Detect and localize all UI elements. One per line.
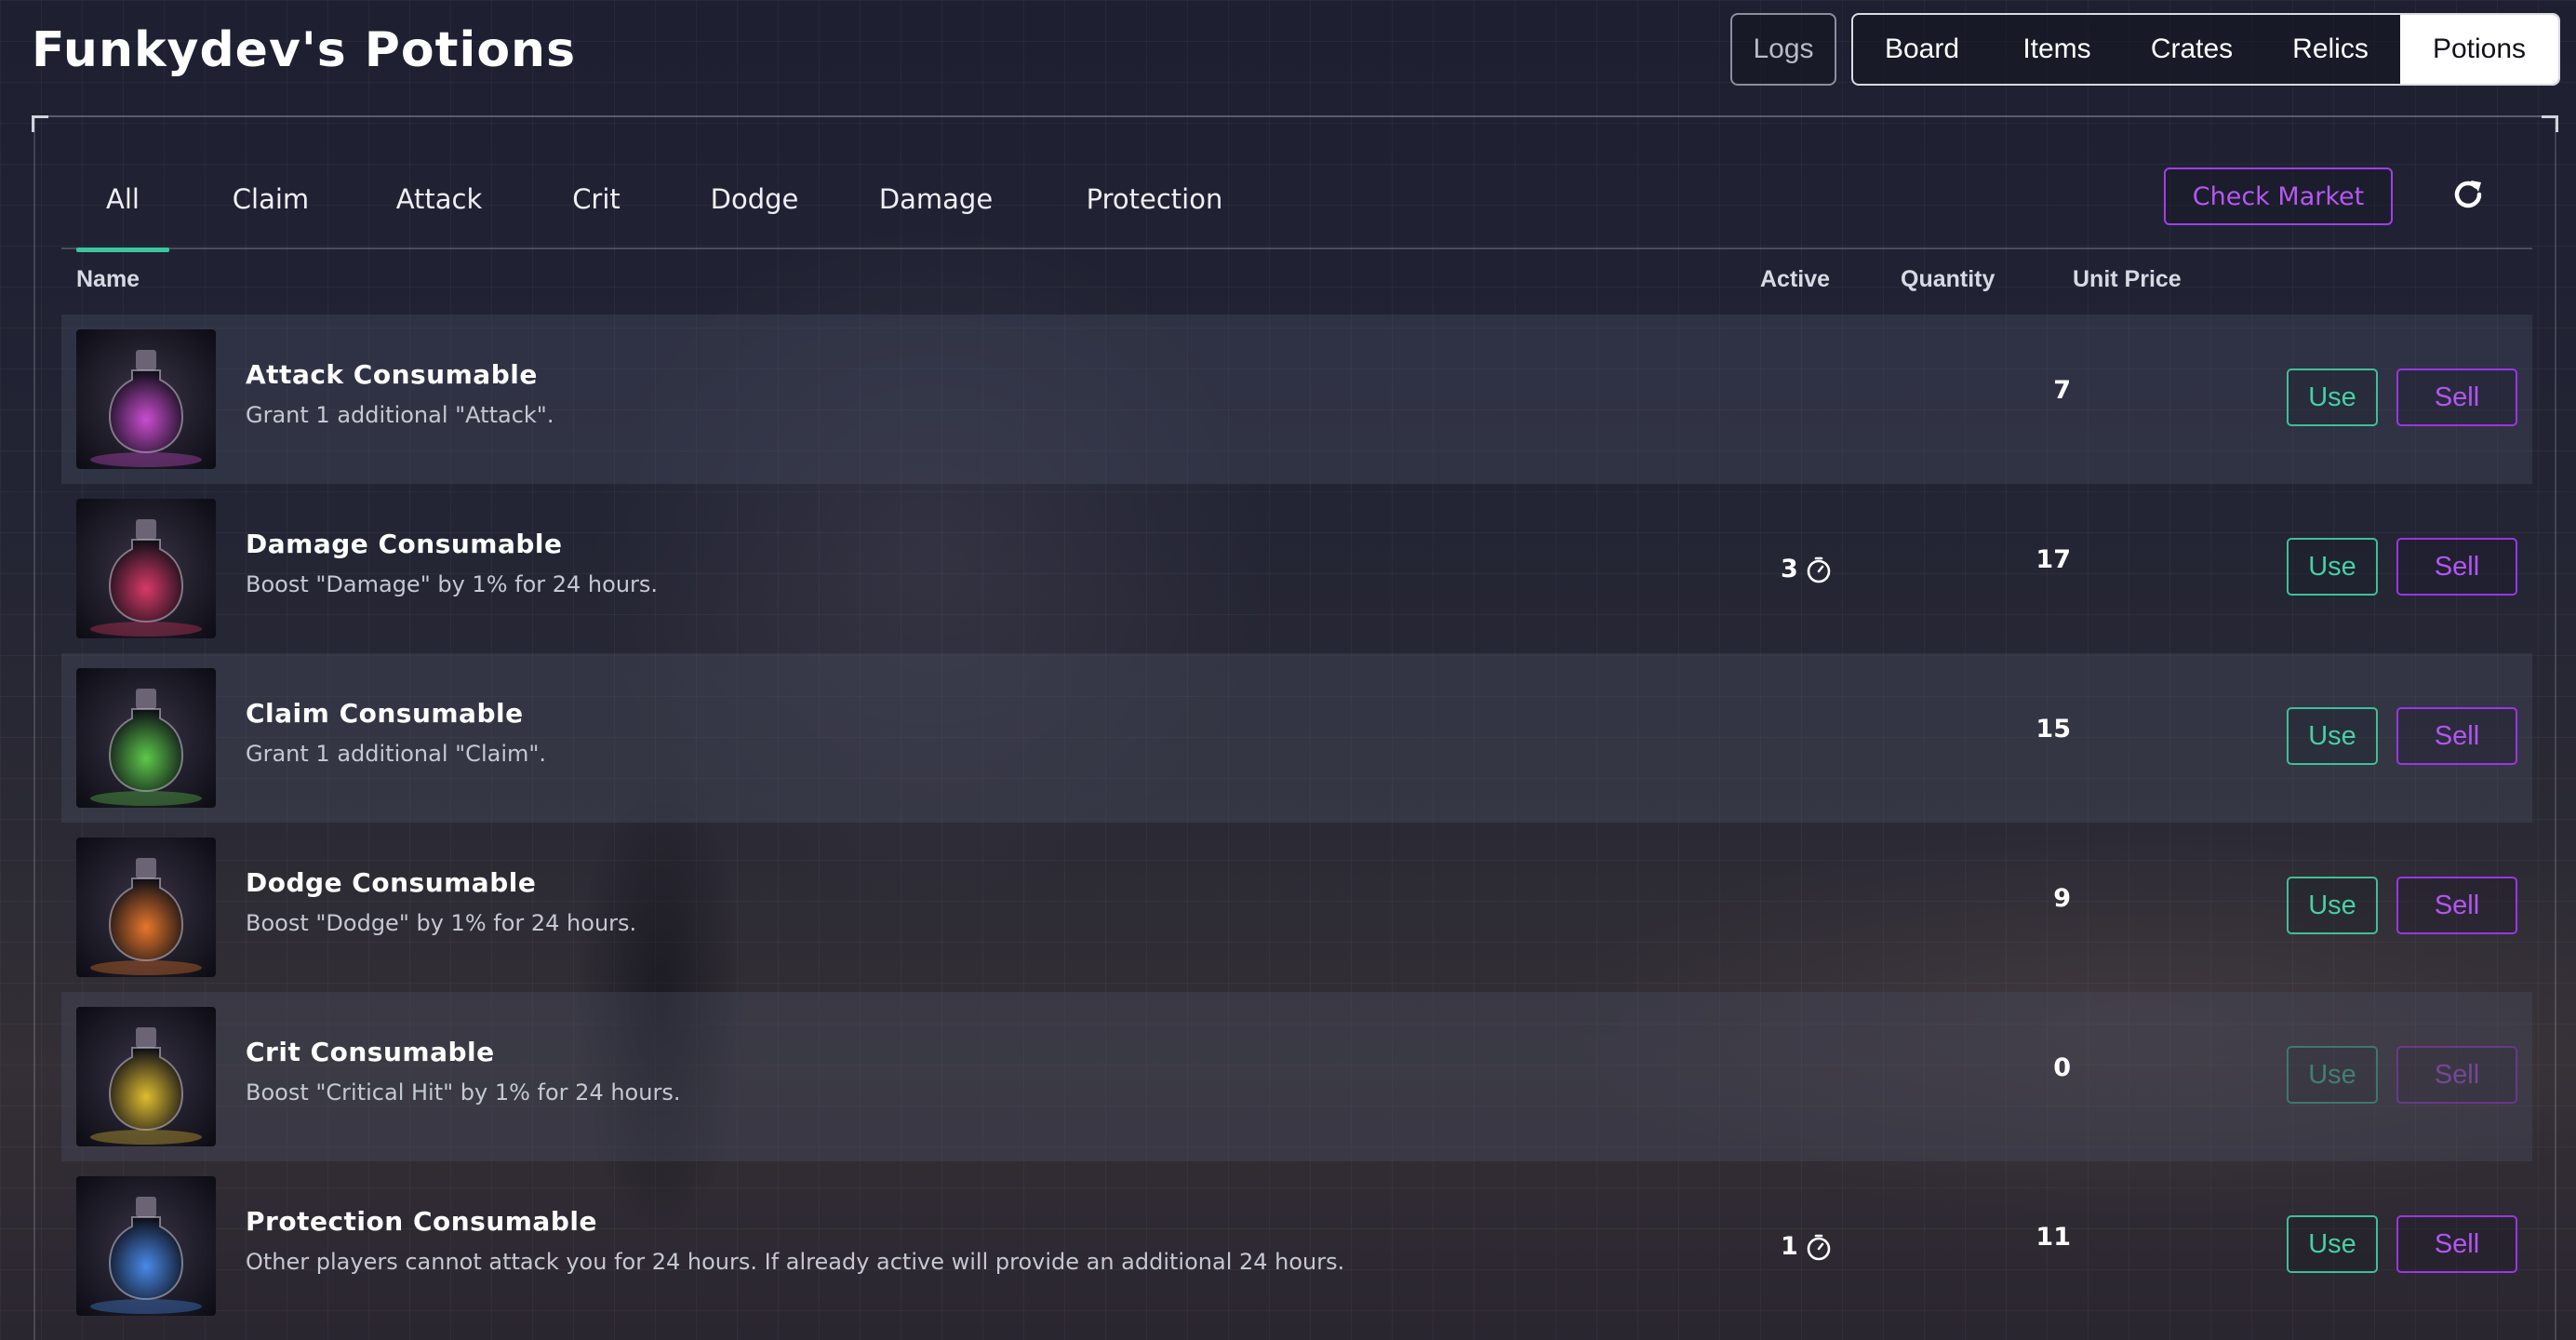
- quantity-value: 0: [2053, 1053, 2071, 1082]
- potion-description: Other players cannot attack you for 24 h…: [246, 1249, 1345, 1275]
- main-nav: Board Items Crates Relics Potions: [1851, 13, 2560, 86]
- sell-button[interactable]: Sell: [2396, 877, 2517, 934]
- filter-tabs: All Claim Attack Crit Dodge Damage Prote…: [61, 149, 2532, 252]
- quantity-value: 7: [2053, 376, 2071, 405]
- sell-button[interactable]: Sell: [2396, 707, 2517, 765]
- potion-name: Damage Consumable: [246, 529, 563, 559]
- quantity-value: 15: [2035, 715, 2071, 744]
- active-count: 1: [1781, 1232, 1902, 1261]
- tab-crit[interactable]: Crit: [554, 149, 638, 249]
- potion-image: [76, 668, 216, 808]
- potion-name: Crit Consumable: [246, 1037, 495, 1067]
- use-button[interactable]: Use: [2287, 1215, 2378, 1273]
- sell-button[interactable]: Sell: [2396, 538, 2517, 596]
- use-button[interactable]: Use: [2287, 707, 2378, 765]
- page-title: Funkydev's Potions: [32, 22, 577, 78]
- potion-description: Boost "Dodge" by 1% for 24 hours.: [246, 910, 637, 936]
- use-button[interactable]: Use: [2287, 368, 2378, 426]
- potion-description: Boost "Critical Hit" by 1% for 24 hours.: [246, 1079, 681, 1106]
- potion-description: Grant 1 additional "Claim".: [246, 741, 547, 767]
- table-row: Dodge Consumable Boost "Dodge" by 1% for …: [61, 823, 2532, 992]
- use-button[interactable]: Use: [2287, 538, 2378, 596]
- tab-claim[interactable]: Claim: [220, 149, 322, 249]
- potion-name: Claim Consumable: [246, 698, 524, 729]
- potion-name: Attack Consumable: [246, 359, 538, 390]
- potion-description: Grant 1 additional "Attack".: [246, 402, 554, 428]
- potion-image: [76, 329, 216, 469]
- column-header-quantity: Quantity: [1901, 266, 1995, 292]
- table-row: Crit Consumable Boost "Critical Hit" by 1…: [61, 992, 2532, 1161]
- potion-name: Dodge Consumable: [246, 867, 537, 898]
- timer-icon: [1807, 1234, 1831, 1260]
- sell-button[interactable]: Sell: [2396, 1215, 2517, 1273]
- logs-button[interactable]: Logs: [1730, 13, 1836, 86]
- tab-protection[interactable]: Protection: [1072, 149, 1237, 249]
- quantity-value: 11: [2035, 1223, 2071, 1252]
- timer-icon: [1807, 556, 1831, 583]
- sell-button[interactable]: Sell: [2396, 1046, 2517, 1104]
- table-row: Attack Consumable Grant 1 additional "Att…: [61, 315, 2532, 484]
- tab-damage[interactable]: Damage: [871, 149, 1001, 249]
- column-header-unit-price: Unit Price: [2073, 266, 2182, 292]
- nav-potions[interactable]: Potions: [2400, 15, 2558, 84]
- tab-dodge[interactable]: Dodge: [694, 149, 815, 249]
- quantity-value: 17: [2035, 545, 2071, 574]
- column-header-name: Name: [76, 266, 140, 292]
- potion-description: Boost "Damage" by 1% for 24 hours.: [246, 571, 659, 597]
- potion-image: [76, 838, 216, 977]
- potion-image: [76, 499, 216, 638]
- panel-corner-top-right: [2542, 115, 2558, 132]
- table-row: Damage Consumable Boost "Damage" by 1% fo…: [61, 484, 2532, 653]
- potion-image: [76, 1176, 216, 1316]
- table-row: Claim Consumable Grant 1 additional "Clai…: [61, 653, 2532, 823]
- active-value: 1: [1781, 1232, 1798, 1261]
- use-button[interactable]: Use: [2287, 1046, 2378, 1104]
- nav-relics[interactable]: Relics: [2261, 15, 2400, 84]
- check-market-button[interactable]: Check Market: [2164, 168, 2393, 225]
- tab-all[interactable]: All: [76, 149, 169, 252]
- table-row: Protection Consumable Other players canno…: [61, 1161, 2532, 1331]
- nav-items[interactable]: Items: [1991, 15, 2123, 84]
- sell-button[interactable]: Sell: [2396, 368, 2517, 426]
- nav-crates[interactable]: Crates: [2123, 15, 2261, 84]
- potion-image: [76, 1007, 216, 1146]
- quantity-value: 9: [2053, 884, 2071, 913]
- tab-attack[interactable]: Attack: [383, 149, 495, 249]
- use-button[interactable]: Use: [2287, 877, 2378, 934]
- potion-name: Protection Consumable: [246, 1206, 597, 1237]
- active-value: 3: [1781, 555, 1798, 583]
- active-count: 3: [1781, 555, 1902, 583]
- panel-corner-top-left: [32, 115, 48, 132]
- column-header-active: Active: [1760, 266, 1831, 292]
- nav-board[interactable]: Board: [1853, 15, 1991, 84]
- refresh-icon[interactable]: [2449, 175, 2488, 214]
